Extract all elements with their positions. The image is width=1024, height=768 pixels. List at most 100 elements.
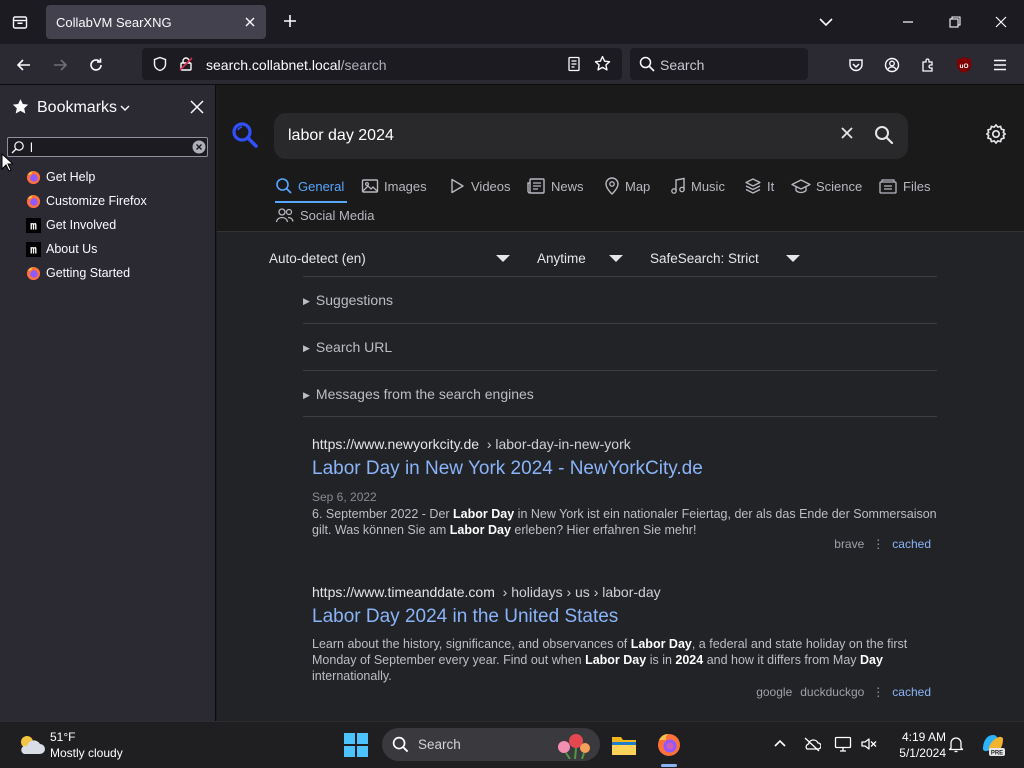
firefox-view-icon[interactable] [6, 8, 34, 36]
url-host: search.collabnet.local [206, 57, 341, 73]
sidebar-header: Bookmarks [0, 85, 216, 129]
restore-icon[interactable] [943, 10, 967, 34]
bookmark-star-icon[interactable] [594, 55, 611, 72]
cached-link[interactable]: cached [892, 537, 931, 551]
chevron-down-icon[interactable] [120, 104, 130, 112]
result-path: › labor-day-in-new-york [486, 436, 631, 452]
bookmark-label: Getting Started [46, 266, 131, 280]
close-sidebar-icon[interactable] [190, 100, 204, 114]
bookmark-item-about-us[interactable]: m About Us [26, 237, 97, 261]
pocket-icon[interactable] [842, 51, 870, 79]
taskbar-search-placeholder: Search [418, 737, 461, 752]
weather-widget[interactable]: 51°F Mostly cloudy [14, 729, 154, 763]
file-explorer-icon[interactable] [606, 728, 642, 762]
extensions-icon[interactable] [914, 51, 942, 79]
tab-science[interactable]: Science [791, 177, 862, 195]
close-window-icon[interactable] [989, 10, 1013, 34]
bookmark-search-input[interactable]: l [7, 137, 208, 157]
tab-label: General [298, 178, 345, 194]
insecure-lock-icon[interactable] [178, 56, 194, 72]
tab-social-media[interactable]: Social Media [275, 206, 374, 224]
list-all-tabs-icon[interactable] [814, 10, 838, 34]
result-title[interactable]: Labor Day 2024 in the United States [312, 606, 937, 628]
copilot-preview-icon[interactable]: PRE [979, 731, 1007, 757]
tab-close-icon[interactable] [240, 12, 260, 32]
query-text: labor day 2024 [288, 127, 394, 144]
mouse-cursor-icon [1, 153, 13, 173]
url-text[interactable]: search.collabnet.local/search [206, 57, 387, 73]
divider [303, 276, 937, 277]
taskbar-search-box[interactable]: Search [382, 728, 600, 761]
search-result: https://www.newyorkcity.de › labor-day-i… [312, 436, 937, 551]
web-search-bar[interactable]: Search [630, 48, 808, 80]
sidebar-title[interactable]: Bookmarks [37, 99, 117, 117]
onedrive-offline-icon[interactable] [803, 736, 821, 752]
result-url[interactable]: https://www.newyorkcity.de › labor-day-i… [312, 436, 937, 452]
system-clock[interactable]: 4:19 AM 5/1/2024 [886, 729, 946, 761]
safesearch-select[interactable]: SafeSearch: Strict [650, 251, 759, 266]
windows-start-icon[interactable] [343, 732, 369, 758]
reader-view-icon[interactable] [566, 56, 582, 72]
tab-files[interactable]: Files [878, 177, 930, 195]
tab-active[interactable]: CollabVM SearXNG [46, 5, 266, 39]
result-date: Sep 6, 2022 [312, 490, 377, 504]
query-input[interactable]: labor day 2024 [274, 113, 908, 159]
search-icon [639, 56, 655, 72]
engine-messages-toggle[interactable]: ▶ Messages from the search engines [303, 386, 534, 402]
notification-bell-icon[interactable] [948, 735, 964, 753]
shield-icon[interactable] [152, 56, 168, 72]
clear-input-icon[interactable] [192, 140, 206, 154]
disclosure-triangle-icon: ▶ [303, 343, 310, 353]
minimize-icon[interactable] [896, 10, 920, 34]
result-title[interactable]: Labor Day in New York 2024 - NewYorkCity… [312, 458, 937, 480]
flowers-highlight-icon [554, 731, 594, 759]
menu-icon[interactable] [986, 51, 1014, 79]
back-icon[interactable] [10, 51, 38, 79]
tab-music[interactable]: Music [670, 177, 725, 195]
suggestions-toggle[interactable]: ▶ Suggestions [303, 292, 393, 308]
cached-link[interactable]: cached [892, 685, 931, 699]
caret-down-icon[interactable] [609, 255, 623, 262]
bookmark-item-get-involved[interactable]: m Get Involved [26, 213, 116, 237]
bookmark-item-getting-started[interactable]: Getting Started [26, 261, 130, 285]
settings-gear-icon[interactable] [985, 123, 1007, 145]
clear-query-icon[interactable] [840, 126, 854, 140]
ublock-origin-icon[interactable]: uO [950, 51, 978, 79]
snippet-highlight: 2024 [675, 653, 704, 667]
caret-down-icon[interactable] [496, 255, 510, 262]
divider [303, 370, 937, 371]
tab-label: Videos [471, 178, 511, 194]
kebab-icon: ⋮ [872, 537, 885, 551]
cloudy-weather-icon [16, 733, 46, 757]
search-result: https://www.timeanddate.com › holidays ›… [312, 584, 937, 699]
result-url[interactable]: https://www.timeanddate.com › holidays ›… [312, 584, 937, 600]
new-tab-icon[interactable] [278, 9, 302, 33]
search-url-toggle[interactable]: ▶ Search URL [303, 339, 392, 355]
account-icon[interactable] [878, 51, 906, 79]
search-submit-icon[interactable] [874, 125, 894, 145]
mozilla-m-icon: m [26, 241, 41, 257]
caret-down-icon[interactable] [786, 255, 800, 262]
tab-title: CollabVM SearXNG [56, 15, 172, 30]
tab-it[interactable]: It [744, 177, 774, 195]
reload-icon[interactable] [82, 51, 110, 79]
tab-videos[interactable]: Videos [448, 177, 511, 195]
tab-news[interactable]: News [526, 177, 584, 195]
time-range-select[interactable]: Anytime [537, 251, 586, 266]
language-select[interactable]: Auto-detect (en) [269, 251, 366, 266]
firefox-taskbar-icon[interactable] [651, 728, 687, 762]
network-icon[interactable] [834, 736, 852, 752]
address-bar[interactable]: search.collabnet.local/search [142, 48, 622, 80]
tab-images[interactable]: Images [361, 177, 427, 195]
bookmark-item-customize-firefox[interactable]: Customize Firefox [26, 189, 147, 213]
chevron-up-icon[interactable] [773, 736, 787, 750]
tab-map[interactable]: Map [604, 177, 650, 195]
searxng-logo-icon[interactable] [231, 121, 259, 149]
volume-muted-icon[interactable] [860, 736, 878, 752]
tab-general[interactable]: General [275, 177, 344, 195]
bookmark-item-get-help[interactable]: Get Help [26, 165, 95, 189]
forward-icon[interactable] [46, 51, 74, 79]
snippet-text: is in [646, 653, 676, 667]
windows-taskbar: 51°F Mostly cloudy Search 4:19 AM 5/1/20… [0, 721, 1024, 768]
result-snippet: Learn about the history, significance, a… [312, 636, 937, 684]
